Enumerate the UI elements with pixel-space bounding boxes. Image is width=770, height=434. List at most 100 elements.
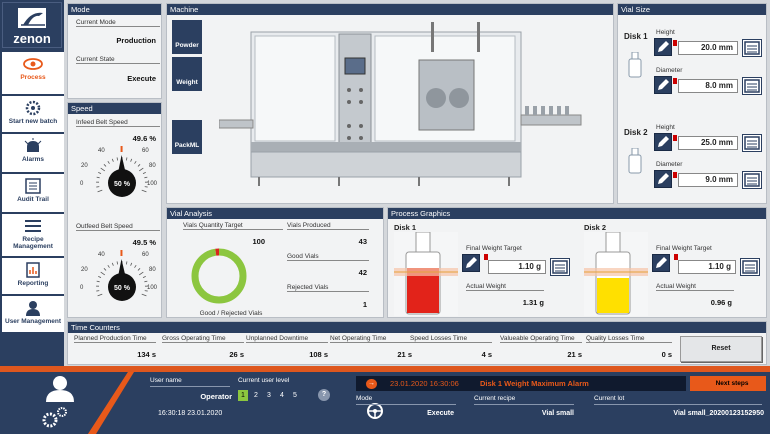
time-counter-value: 108 s (309, 350, 328, 359)
process-graphics-title: Process Graphics (388, 208, 766, 219)
gauge-tick-mark (116, 157, 119, 161)
gauge-tick-20: 20 (81, 267, 88, 273)
gauge-tick-60: 60 (142, 148, 149, 154)
recipe-value: Vial small (541, 410, 574, 417)
pg-disk2-label: Disk 2 (584, 223, 607, 232)
lock-icon (673, 172, 677, 178)
time-counter-label: Speed Losses Time (410, 335, 492, 343)
outfeed-gauge-value: 50 % (114, 285, 131, 292)
gauge-tick-mark (138, 271, 144, 276)
pencil-icon (658, 79, 669, 90)
d2-target-field[interactable]: 1.10 g (678, 260, 736, 274)
sidebar-item-label: Audit Trail (17, 196, 49, 203)
alarm-arrow-icon: → (366, 379, 377, 389)
d1-actual-label: Actual Weight (466, 283, 544, 291)
time-counter-label: Valueable Operating Time (500, 335, 582, 343)
calendar-icon (552, 260, 568, 274)
current-datetime: 16:30:18 23.01.2020 (158, 410, 223, 417)
d1-diameter-calendar-button[interactable] (742, 77, 762, 95)
calendar-icon (744, 136, 760, 150)
sidebar-item-label: Start new batch (8, 118, 58, 125)
mode-footer-value: Execute (427, 410, 454, 417)
gauge-tick-100: 100 (147, 181, 158, 187)
pencil-icon (466, 257, 477, 268)
time-counter-value: 0 s (661, 350, 672, 359)
next-steps-button[interactable]: Next steps (690, 376, 766, 391)
lock-icon (673, 40, 677, 46)
time-counters-panel: Time Counters Planned Production Time 134… (67, 321, 767, 365)
user-level-3[interactable]: 3 (264, 390, 274, 401)
d2-height-field[interactable]: 25.0 mm (678, 136, 738, 150)
sidebar-item-alarms[interactable]: Alarms (2, 134, 64, 172)
gauge-tick-80: 80 (149, 267, 156, 273)
alarm-time: 23.01.2020 16:30:06 (390, 379, 459, 388)
gauge-tick-mark (130, 262, 133, 266)
powder-button[interactable]: Powder (172, 20, 202, 54)
sidebar-item-start-new-batch[interactable]: Start new batch (2, 96, 64, 132)
gauge-tick-40: 40 (98, 252, 105, 258)
sidebar-item-recipe-management[interactable]: Recipe Management (2, 214, 64, 256)
lot-label: Current lot (594, 395, 625, 402)
d1-target-edit-button[interactable] (462, 254, 480, 272)
time-counter-label: Quality Losses Time (586, 335, 672, 343)
weight-button[interactable]: Weight (172, 57, 202, 91)
help-icon[interactable]: ? (318, 389, 330, 401)
sidebar-item-user-management[interactable]: User Management (2, 296, 64, 332)
infeed-value: 49.6 % (132, 134, 156, 143)
calendar-icon (744, 173, 760, 187)
d2-diameter-calendar-button[interactable] (742, 171, 762, 189)
packml-button[interactable]: PackML (172, 120, 202, 154)
settings-gear-icon[interactable] (40, 404, 70, 430)
gauge-tick-mark (97, 189, 103, 193)
rejected-label: Rejected Vials (287, 284, 369, 292)
d1-target-calendar-button[interactable] (550, 258, 570, 276)
sidebar-item-audit-trail[interactable]: Audit Trail (2, 174, 64, 212)
d2-target-calendar-button[interactable] (740, 258, 760, 276)
zenon-logo: zenon (2, 2, 62, 48)
infeed-gauge: 0 20 40 60 80 100 50 % (80, 146, 158, 197)
gauge-tick-0: 0 (80, 285, 84, 291)
sidebar-item-reporting[interactable]: Reporting (2, 258, 64, 294)
d1-height-field[interactable]: 20.0 mm (678, 41, 738, 55)
d1-target-field[interactable]: 1.10 g (488, 260, 546, 274)
gauge-tick-80: 80 (149, 163, 156, 169)
user-icon (26, 301, 40, 316)
d2-target-label: Final Weight Target (656, 245, 712, 252)
operator-avatar-icon (46, 376, 74, 402)
d1-height-calendar-button[interactable] (742, 39, 762, 57)
process-graphics-panel: Process Graphics Disk 1 Final Weight Tar… (387, 207, 767, 318)
d2-height-edit-button[interactable] (654, 133, 672, 151)
vs-disk1-label: Disk 1 (624, 32, 648, 41)
outfeed-label: Outfeed Belt Speed (76, 223, 160, 231)
user-level-1[interactable]: 1 (238, 390, 248, 401)
gauge-tick-mark (116, 261, 119, 265)
d2-diameter-field[interactable]: 9.0 mm (678, 173, 738, 187)
d2-height-calendar-button[interactable] (742, 134, 762, 152)
vial-size-title: Vial Size (618, 4, 766, 15)
reset-button[interactable]: Reset (680, 336, 762, 362)
user-level-2[interactable]: 2 (251, 390, 261, 401)
sidebar-item-process[interactable]: Process (2, 52, 64, 94)
infeed-label: Infeed Belt Speed (76, 119, 160, 127)
d2-diameter-edit-button[interactable] (654, 170, 672, 188)
pencil-icon (656, 257, 667, 268)
d1-height-edit-button[interactable] (654, 38, 672, 56)
current-state-value: Execute (127, 74, 156, 83)
d1-diameter-field[interactable]: 8.0 mm (678, 79, 738, 93)
machine-illustration (219, 22, 582, 186)
time-counter-label: Unplanned Downtime (246, 335, 328, 343)
mode-title: Mode (68, 4, 161, 15)
donut-good-segment (191, 248, 247, 304)
pencil-icon (658, 41, 669, 52)
logo-text: zenon (13, 31, 51, 46)
d2-target-edit-button[interactable] (652, 254, 670, 272)
vs-disk2-label: Disk 2 (624, 128, 648, 137)
lock-icon (673, 78, 677, 84)
user-level-5[interactable]: 5 (290, 390, 300, 401)
d1-diameter-edit-button[interactable] (654, 76, 672, 94)
time-counter-value: 21 s (567, 350, 582, 359)
d1-target-label: Final Weight Target (466, 245, 522, 252)
user-level-4[interactable]: 4 (277, 390, 287, 401)
pencil-icon (658, 136, 669, 147)
gauge-tick-mark (134, 160, 137, 164)
